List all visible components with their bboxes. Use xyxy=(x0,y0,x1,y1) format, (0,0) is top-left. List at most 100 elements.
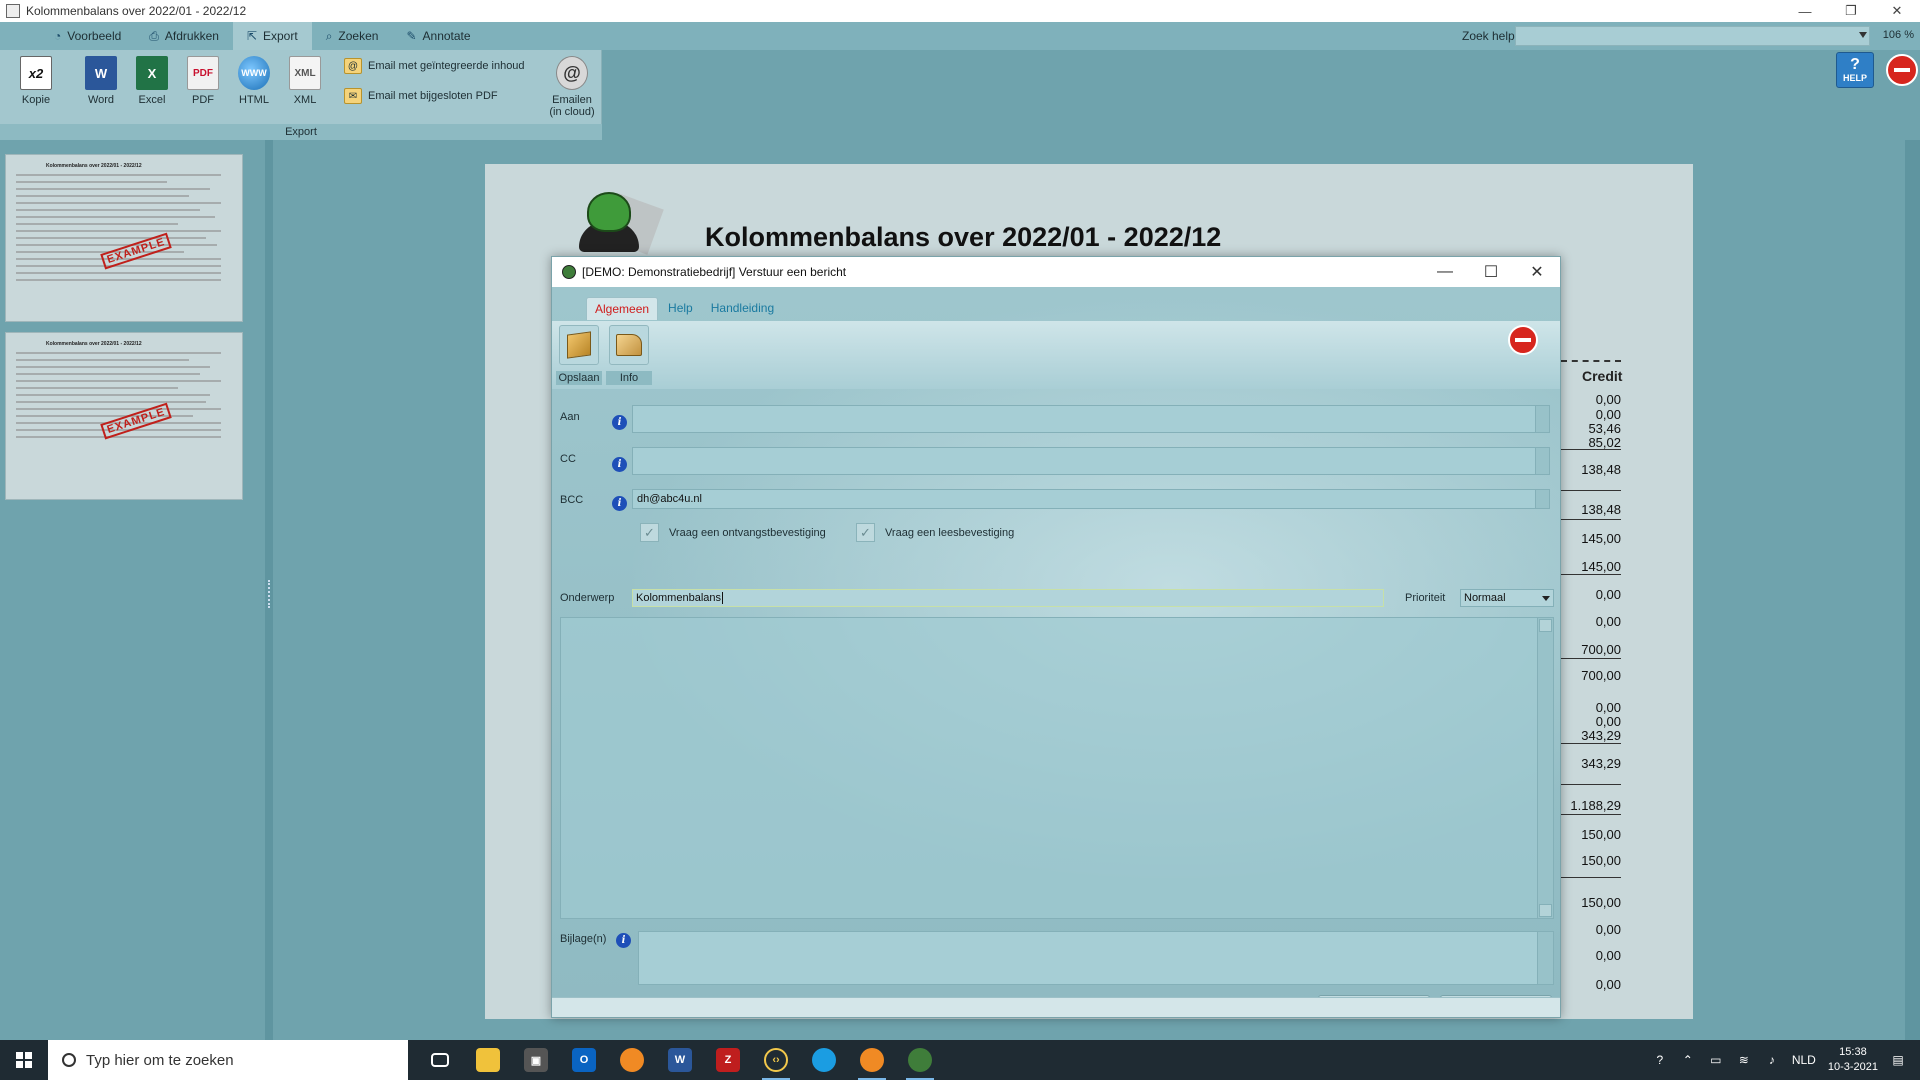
email-pdf-button[interactable]: ✉ Email met bijgesloten PDF xyxy=(344,88,498,104)
info-icon[interactable]: i xyxy=(612,457,627,472)
priority-select[interactable]: Normaal xyxy=(1460,589,1554,607)
field-scrollbar[interactable] xyxy=(1535,490,1549,508)
edge-icon[interactable] xyxy=(800,1040,848,1080)
read-receipt-checkbox[interactable]: ✓ Vraag een leesbevestiging xyxy=(856,523,1014,542)
save-button[interactable]: Opslaan xyxy=(556,325,602,385)
taskbar-search[interactable]: Typ hier om te zoeken xyxy=(48,1040,408,1080)
vertical-scrollbar[interactable] xyxy=(1905,140,1920,1040)
pdf-button[interactable]: PDF PDF xyxy=(179,56,227,106)
restore-icon[interactable]: ❐ xyxy=(1828,0,1874,22)
menu-zoeken[interactable]: ⌕ Zoeken xyxy=(312,22,393,50)
wifi-icon[interactable]: ≋ xyxy=(1736,1052,1752,1068)
scroll-up-icon[interactable] xyxy=(1539,619,1552,632)
folder-icon[interactable] xyxy=(464,1040,512,1080)
attachments-scrollbar[interactable] xyxy=(1537,932,1553,984)
email-cloud-button[interactable]: @ Emailen (in cloud) xyxy=(545,56,599,118)
to-input[interactable] xyxy=(632,405,1550,433)
attachments-list[interactable] xyxy=(638,931,1554,985)
word-icon[interactable]: W xyxy=(656,1040,704,1080)
code-editor-icon[interactable]: ‹› xyxy=(752,1040,800,1080)
tab-algemeen[interactable]: Algemeen xyxy=(586,297,659,320)
menu-voorbeeld[interactable]: ◔ Voorbeeld xyxy=(40,22,135,50)
bcc-label: BCC xyxy=(560,494,584,506)
thumbnail-line xyxy=(16,373,200,375)
outlook-icon[interactable]: O xyxy=(560,1040,608,1080)
subject-input[interactable]: Kolommenbalans xyxy=(632,589,1384,607)
button-label: Kopie xyxy=(21,94,51,106)
minimize-icon[interactable]: — xyxy=(1782,0,1828,22)
check-icon[interactable]: ✓ xyxy=(856,523,875,542)
credit-value: 0,00 xyxy=(1595,922,1621,937)
chevron-up-icon[interactable]: ⌃ xyxy=(1680,1052,1696,1068)
message-body-textarea[interactable] xyxy=(560,617,1554,919)
clock-time: 15:38 xyxy=(1839,1046,1867,1058)
scroll-down-icon[interactable] xyxy=(1539,904,1552,917)
help-label: HELP xyxy=(1842,73,1867,83)
store-icon[interactable]: ▣ xyxy=(512,1040,560,1080)
credit-separator xyxy=(1561,574,1621,575)
page-thumbnail-2[interactable]: Kolommenbalans over 2022/01 - 2022/12 EX… xyxy=(5,332,243,500)
credit-value: 138,48 xyxy=(1581,502,1621,517)
pane-splitter[interactable] xyxy=(265,140,273,1040)
close-icon[interactable]: ✕ xyxy=(1514,257,1560,287)
task-view-icon[interactable] xyxy=(416,1040,464,1080)
button-label: Emailen xyxy=(552,94,592,106)
windows-icon xyxy=(16,1052,32,1068)
volume-icon[interactable]: ♪ xyxy=(1764,1052,1780,1068)
taskbar-apps: ▣ O W Z ‹› xyxy=(416,1040,944,1080)
menu-annotate[interactable]: ✎ Annotate xyxy=(392,22,484,50)
button-label: Excel xyxy=(138,94,166,106)
tab-help[interactable]: Help xyxy=(660,297,701,320)
excel-button[interactable]: X Excel xyxy=(128,56,176,106)
info-button[interactable]: Info xyxy=(606,325,652,385)
maximize-icon[interactable]: ☐ xyxy=(1468,257,1514,287)
html-button[interactable]: WWW HTML xyxy=(230,56,278,106)
notification-icon[interactable]: ▤ xyxy=(1890,1052,1906,1068)
tab-handleiding[interactable]: Handleiding xyxy=(703,297,782,320)
close-icon[interactable]: ✕ xyxy=(1874,0,1920,22)
chevron-down-icon[interactable] xyxy=(1542,596,1550,601)
receipt-checkbox[interactable]: ✓ Vraag een ontvangstbevestiging xyxy=(640,523,826,542)
word-button[interactable]: W Word xyxy=(77,56,125,106)
check-icon[interactable]: ✓ xyxy=(640,523,659,542)
info-icon[interactable]: i xyxy=(616,933,631,948)
orange-app-icon[interactable] xyxy=(848,1040,896,1080)
field-scrollbar[interactable] xyxy=(1535,406,1549,432)
help-icon[interactable]: ? xyxy=(1652,1052,1668,1068)
stop-icon[interactable] xyxy=(1508,325,1538,355)
dialog-status-bar xyxy=(552,997,1560,1017)
battery-icon[interactable]: ▭ xyxy=(1708,1052,1724,1068)
open-box-shape xyxy=(616,334,642,356)
stop-icon[interactable] xyxy=(1886,54,1918,86)
field-scrollbar[interactable] xyxy=(1535,448,1549,474)
start-button[interactable] xyxy=(0,1040,48,1080)
email-integrated-button[interactable]: @ Email met geïntegreerde inhoud xyxy=(344,58,525,74)
clock[interactable]: 15:38 10-3-2021 xyxy=(1828,1045,1878,1075)
credit-separator xyxy=(1561,877,1621,878)
priority-label: Prioriteit xyxy=(1405,592,1446,604)
info-icon[interactable]: i xyxy=(612,415,627,430)
pdf-mail-icon: ✉ xyxy=(344,88,362,104)
cc-input[interactable] xyxy=(632,447,1550,475)
menu-afdrukken[interactable]: ⎙ Afdrukken xyxy=(135,22,233,50)
menu-export[interactable]: ⇱ Export xyxy=(232,22,312,50)
kopie-button[interactable]: x2 Kopie xyxy=(12,56,60,106)
help-search-input[interactable] xyxy=(1515,26,1870,46)
page-thumbnail-1[interactable]: Kolommenbalans over 2022/01 - 2022/12 EX… xyxy=(5,154,243,322)
frog-app-icon[interactable] xyxy=(896,1040,944,1080)
button-label: (in cloud) xyxy=(549,106,595,118)
language-indicator[interactable]: NLD xyxy=(1792,1053,1816,1067)
search-icon xyxy=(62,1053,76,1067)
orange-app-icon[interactable] xyxy=(608,1040,656,1080)
filezilla-icon[interactable]: Z xyxy=(704,1040,752,1080)
app-icon xyxy=(6,4,20,18)
body-scrollbar[interactable] xyxy=(1537,618,1553,918)
help-button[interactable]: ? HELP xyxy=(1836,52,1874,88)
subject-value: Kolommenbalans xyxy=(636,592,721,604)
xml-button[interactable]: XML XML xyxy=(281,56,329,106)
bcc-input[interactable]: dh@abc4u.nl xyxy=(632,489,1550,509)
chevron-down-icon[interactable] xyxy=(1859,32,1867,38)
minimize-icon[interactable]: — xyxy=(1422,257,1468,287)
info-icon[interactable]: i xyxy=(612,496,627,511)
question-icon: ? xyxy=(1850,56,1860,73)
